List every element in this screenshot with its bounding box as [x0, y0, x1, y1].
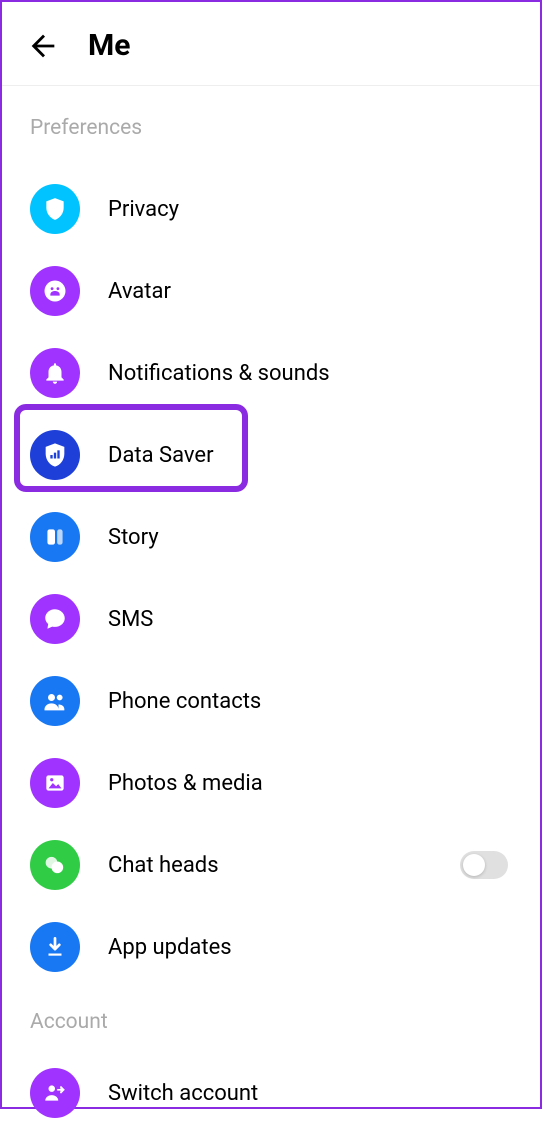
arrow-left-icon — [26, 29, 60, 63]
page-title: Me — [88, 28, 130, 63]
item-label: Chat heads — [108, 853, 219, 878]
image-icon — [30, 758, 80, 808]
section-label-account: Account — [2, 988, 540, 1052]
chat-heads-icon — [30, 840, 80, 890]
section-label-preferences: Preferences — [2, 116, 540, 168]
list-item-avatar[interactable]: Avatar — [2, 250, 540, 332]
list-item-photos-media[interactable]: Photos & media — [2, 742, 540, 824]
bell-icon — [30, 348, 80, 398]
back-button[interactable] — [26, 29, 60, 63]
chat-heads-toggle[interactable] — [460, 851, 508, 879]
item-label: Phone contacts — [108, 689, 261, 714]
shield-icon — [30, 184, 80, 234]
list-item-sms[interactable]: SMS — [2, 578, 540, 660]
item-label: Avatar — [108, 279, 171, 304]
item-label: Privacy — [108, 197, 179, 222]
item-label: App updates — [108, 935, 232, 960]
list-item-story[interactable]: Story — [2, 496, 540, 578]
list-item-chat-heads[interactable]: Chat heads — [2, 824, 540, 906]
item-label: Story — [108, 525, 159, 550]
item-label: Notifications & sounds — [108, 361, 330, 386]
item-label: Switch account — [108, 1081, 258, 1106]
list-item-app-updates[interactable]: App updates — [2, 906, 540, 988]
switch-account-icon — [30, 1068, 80, 1118]
list-item-notifications[interactable]: Notifications & sounds — [2, 332, 540, 414]
item-label: SMS — [108, 607, 153, 632]
download-icon — [30, 922, 80, 972]
list-item-privacy[interactable]: Privacy — [2, 168, 540, 250]
header: Me — [2, 2, 540, 86]
avatar-icon — [30, 266, 80, 316]
content: Preferences Privacy Avatar Notifications… — [2, 86, 540, 1134]
chat-bubble-icon — [30, 594, 80, 644]
story-icon — [30, 512, 80, 562]
list-item-data-saver[interactable]: Data Saver — [2, 414, 540, 496]
list-item-switch-account[interactable]: Switch account — [2, 1052, 540, 1134]
item-label: Data Saver — [108, 443, 214, 468]
list-item-phone-contacts[interactable]: Phone contacts — [2, 660, 540, 742]
item-label: Photos & media — [108, 771, 263, 796]
shield-bars-icon — [30, 430, 80, 480]
people-icon — [30, 676, 80, 726]
